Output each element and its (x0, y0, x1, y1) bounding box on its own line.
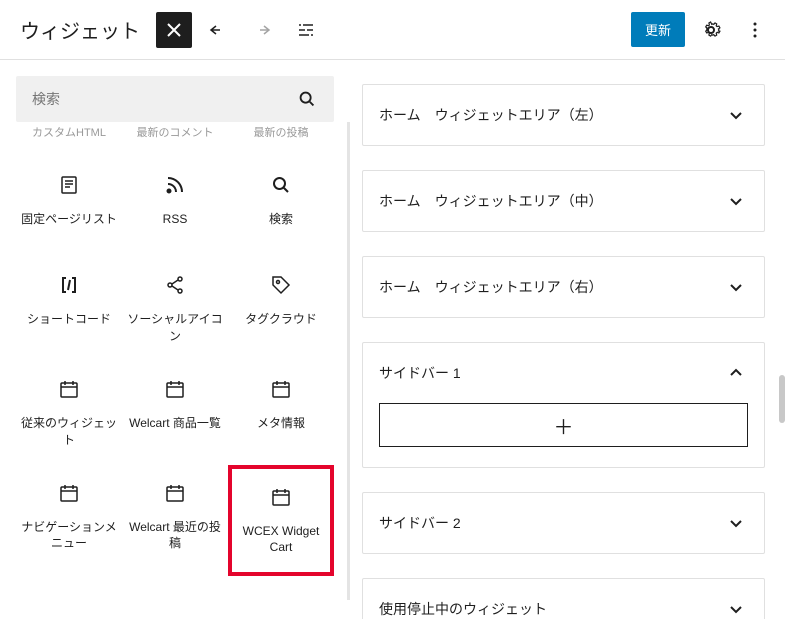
widget-area-body: ＋ (363, 403, 764, 467)
search-icon (269, 173, 293, 197)
redo-icon (250, 18, 274, 42)
undo-button[interactable] (200, 12, 236, 48)
widget-area-label: ホーム ウィジェットエリア（左） (379, 105, 603, 125)
header-left: ウィジェット (12, 12, 324, 48)
page-title: ウィジェット (12, 15, 148, 44)
widget-item[interactable]: ショートコード (16, 257, 122, 361)
share-icon (163, 273, 187, 297)
calendar-icon (269, 377, 293, 401)
update-button[interactable]: 更新 (631, 12, 685, 47)
widget-label: メタ情報 (257, 415, 305, 432)
widget-area-header[interactable]: ホーム ウィジェットエリア（左） (363, 85, 764, 145)
widget-item[interactable]: Welcart 商品一覧 (122, 361, 228, 465)
widget-area-label: ホーム ウィジェットエリア（中） (379, 191, 603, 211)
widget-area-header[interactable]: ホーム ウィジェットエリア（右） (363, 257, 764, 317)
widget-area-header[interactable]: サイドバー 1 (363, 343, 764, 403)
calendar-icon (57, 481, 81, 505)
widget-label: ソーシャルアイコン (126, 311, 224, 345)
widget-label: ショートコード (27, 311, 111, 328)
calendar-icon (163, 377, 187, 401)
widget-item[interactable]: 最新の投稿 (228, 126, 334, 157)
widget-area: サイドバー 1 ＋ (362, 342, 765, 468)
widget-grid: カスタムHTML 最新のコメント 最新の投稿 固定ページリスト RSS 検索 シ… (16, 126, 334, 576)
widget-area-header[interactable]: 使用停止中のウィジェット (363, 579, 764, 619)
add-block-button[interactable]: ＋ (379, 403, 748, 447)
widget-item[interactable]: メタ情報 (228, 361, 334, 465)
chevron-down-icon (724, 275, 748, 299)
gear-icon (699, 18, 723, 42)
rss-icon (163, 173, 187, 197)
close-icon (162, 18, 186, 42)
search-box[interactable] (16, 76, 334, 122)
widget-label: タグクラウド (245, 311, 317, 328)
search-input[interactable] (32, 91, 296, 107)
calendar-icon (269, 485, 293, 509)
widget-area-label: 使用停止中のウィジェット (379, 599, 547, 619)
widget-item[interactable]: 最新のコメント (122, 126, 228, 157)
widget-label: カスタムHTML (32, 126, 106, 141)
widget-area-label: サイドバー 2 (379, 513, 461, 533)
redo-button[interactable] (244, 12, 280, 48)
widget-area: ホーム ウィジェットエリア（左） (362, 84, 765, 146)
widget-item[interactable]: カスタムHTML (16, 126, 122, 157)
widget-label: 最新のコメント (137, 126, 214, 141)
plus-icon: ＋ (554, 411, 574, 440)
widget-areas: ホーム ウィジェットエリア（左） ホーム ウィジェットエリア（中） ホーム ウィ… (350, 60, 785, 619)
chevron-down-icon (724, 189, 748, 213)
chevron-down-icon (724, 597, 748, 619)
options-button[interactable] (737, 12, 773, 48)
search-icon (296, 88, 318, 110)
widget-label: ナビゲーションメニュー (20, 519, 118, 553)
widget-area: ホーム ウィジェットエリア（右） (362, 256, 765, 318)
header: ウィジェット 更新 (0, 0, 785, 60)
list-icon (294, 18, 318, 42)
widget-item[interactable]: ソーシャルアイコン (122, 257, 228, 361)
widget-label: 従来のウィジェット (20, 415, 118, 449)
main: カスタムHTML 最新のコメント 最新の投稿 固定ページリスト RSS 検索 シ… (0, 60, 785, 619)
widget-item[interactable]: ナビゲーションメニュー (16, 465, 122, 577)
calendar-icon (163, 481, 187, 505)
widget-item[interactable]: 従来のウィジェット (16, 361, 122, 465)
chevron-down-icon (724, 103, 748, 127)
widget-area: 使用停止中のウィジェット (362, 578, 765, 619)
widget-area-header[interactable]: サイドバー 2 (363, 493, 764, 553)
header-right: 更新 (631, 12, 773, 48)
widget-label: Welcart 最近の投稿 (126, 519, 224, 553)
shortcode-icon (57, 273, 81, 297)
chevron-up-icon (724, 361, 748, 385)
widget-area: サイドバー 2 (362, 492, 765, 554)
widget-item[interactable]: Welcart 最近の投稿 (122, 465, 228, 577)
widget-item[interactable]: タグクラウド (228, 257, 334, 361)
widget-area-label: ホーム ウィジェットエリア（右） (379, 277, 603, 297)
close-button[interactable] (156, 12, 192, 48)
widget-label: 固定ページリスト (21, 211, 117, 228)
widget-label: WCEX Widget Cart (236, 523, 326, 557)
widget-area-label: サイドバー 1 (379, 363, 461, 383)
calendar-icon (57, 377, 81, 401)
widget-item[interactable]: RSS (122, 157, 228, 257)
tag-icon (269, 273, 293, 297)
block-inserter-sidebar: カスタムHTML 最新のコメント 最新の投稿 固定ページリスト RSS 検索 シ… (0, 60, 350, 619)
widget-item[interactable]: 固定ページリスト (16, 157, 122, 257)
list-view-button[interactable] (288, 12, 324, 48)
widget-item[interactable]: 検索 (228, 157, 334, 257)
scrollbar[interactable] (779, 375, 785, 423)
kebab-icon (743, 18, 767, 42)
widget-label: RSS (163, 211, 188, 228)
widget-area-header[interactable]: ホーム ウィジェットエリア（中） (363, 171, 764, 231)
widget-area: ホーム ウィジェットエリア（中） (362, 170, 765, 232)
undo-icon (206, 18, 230, 42)
widget-label: 最新の投稿 (254, 126, 309, 141)
widget-item-wcex-widget-cart[interactable]: WCEX Widget Cart (228, 465, 334, 577)
settings-button[interactable] (693, 12, 729, 48)
widget-label: 検索 (269, 211, 293, 228)
page-list-icon (57, 173, 81, 197)
chevron-down-icon (724, 511, 748, 535)
widget-label: Welcart 商品一覧 (129, 415, 221, 432)
